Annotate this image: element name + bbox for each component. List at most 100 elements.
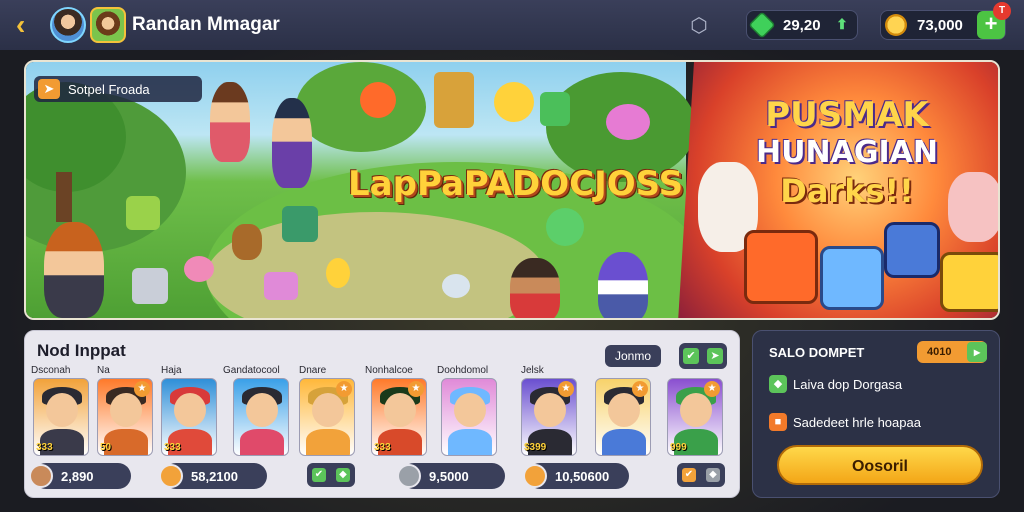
notification-badge: T xyxy=(993,2,1011,20)
featured-banner[interactable]: ➤ Sotpel Froada LapPaPADOCJOSS PUSMAK HU… xyxy=(24,60,1000,320)
gem-icon: ◆ xyxy=(769,375,787,393)
card-label: Dsconah xyxy=(31,365,71,376)
wallet-add-icon[interactable]: ▸ xyxy=(967,342,987,362)
event-title-line3: Darks!! xyxy=(780,172,914,210)
item-card[interactable]: 333 xyxy=(33,378,89,456)
price-pill[interactable]: 58,2100 xyxy=(159,463,267,489)
badge-icon: ★ xyxy=(632,381,648,397)
gem-icon[interactable]: ◆ xyxy=(336,468,350,482)
character-body xyxy=(448,429,492,455)
check-icon[interactable]: ✔ xyxy=(683,348,699,364)
gem-balance[interactable]: 29,20 ⬆ xyxy=(746,10,858,40)
character-face xyxy=(534,393,566,427)
network-icon[interactable]: ⬡ xyxy=(687,13,711,37)
character-face xyxy=(608,393,640,427)
character-face xyxy=(312,393,344,427)
coin-icon xyxy=(885,14,907,36)
character-face xyxy=(246,393,278,427)
card-label: Na xyxy=(97,365,110,376)
item-card[interactable]: 999 ★ xyxy=(667,378,723,456)
wallet-row-2-label: Sadedeet hrle hoapaa xyxy=(793,414,921,430)
price-value: 2,890 xyxy=(61,468,94,484)
item-card[interactable]: 50 ★ xyxy=(97,378,153,456)
price-pill[interactable]: 2,890 xyxy=(29,463,131,489)
event-title-line1: PUSMAK xyxy=(765,95,929,135)
card-price: 333 xyxy=(164,442,181,453)
card-price: 333 xyxy=(36,442,53,453)
action-pill[interactable]: ✔ ◆ xyxy=(307,463,355,487)
event-title-line2: HUNAGIAN xyxy=(756,135,938,170)
player-name: Randan Mmagar xyxy=(132,14,280,35)
gem-amount: 29,20 xyxy=(783,16,821,34)
price-value: 9,5000 xyxy=(429,468,469,484)
card-price: 999 xyxy=(670,442,687,453)
secondary-avatar[interactable] xyxy=(90,7,126,43)
character-face xyxy=(454,393,486,427)
wallet-title: SALO DOMPET xyxy=(769,345,865,360)
coin-amount: 73,000 xyxy=(917,16,963,34)
price-value: 10,50600 xyxy=(555,468,610,484)
gem-plus-icon[interactable]: ⬆ xyxy=(833,16,851,34)
character-body xyxy=(306,429,350,455)
back-icon[interactable]: ‹ xyxy=(16,10,38,40)
item-thumb-icon xyxy=(29,464,53,488)
badge-icon: ★ xyxy=(558,381,574,397)
character-face xyxy=(46,393,78,427)
gem-icon xyxy=(750,13,774,37)
card-price: $399 xyxy=(524,442,547,453)
item-card[interactable]: 333 ★ xyxy=(371,378,427,456)
action-pill[interactable]: ✔ ◆ xyxy=(677,463,725,487)
badge-icon: ★ xyxy=(336,381,352,397)
price-value: 58,2100 xyxy=(191,468,238,484)
coin-balance[interactable]: 73,000 + T xyxy=(880,2,1011,40)
card-label: Doohdomol xyxy=(437,365,489,376)
arrow-icon[interactable]: ➤ xyxy=(707,348,723,364)
badge-icon: ★ xyxy=(134,381,150,397)
event-banner-art[interactable]: PUSMAK HUNAGIAN Darks!! xyxy=(678,62,998,318)
card-label: Nonhalcoe xyxy=(365,365,413,376)
character-face xyxy=(110,393,142,427)
items-panel: Nod Inppat Jonmo ✔ ➤ Dsconah 333 Na 50 ★ Haja… xyxy=(24,330,740,498)
promo-icon: ➤ xyxy=(38,79,60,99)
top-bar: ‹ Randan Mmagar ⬡ 29,20 ⬆ 73,000 + T xyxy=(0,0,1024,50)
badge-icon: ★ xyxy=(408,381,424,397)
item-card[interactable]: ★ xyxy=(595,378,651,456)
item-card[interactable] xyxy=(441,378,497,456)
character-face xyxy=(680,393,712,427)
promo-badge[interactable]: ➤ Sotpel Froada xyxy=(34,76,202,102)
game-logo: LapPaPADOCJOSS xyxy=(348,164,684,204)
item-card[interactable] xyxy=(233,378,289,456)
card-price: 333 xyxy=(374,442,391,453)
item-card[interactable]: ★ xyxy=(299,378,355,456)
event-title: PUSMAK HUNAGIAN Darks!! xyxy=(732,96,962,210)
gem-icon[interactable]: ◆ xyxy=(706,468,720,482)
item-card[interactable]: $399 ★ xyxy=(521,378,577,456)
panel-title: Nod Inppat xyxy=(37,341,126,360)
character-body xyxy=(240,429,284,455)
item-card[interactable]: 333 xyxy=(161,378,217,456)
card-label: Jelsk xyxy=(521,365,544,376)
item-thumb-icon xyxy=(159,464,183,488)
game-banner-art[interactable]: ➤ Sotpel Froada LapPaPADOCJOSS xyxy=(26,62,706,318)
card-label: Gandatocool xyxy=(223,365,280,376)
card-label: Dnare xyxy=(299,365,327,376)
item-thumb-icon xyxy=(397,464,421,488)
wallet-row-1[interactable]: ◆ Laiva dop Dorgasa xyxy=(769,375,902,393)
card-price: 50 xyxy=(100,442,112,453)
price-pill[interactable]: 10,50600 xyxy=(523,463,629,489)
character-face xyxy=(174,393,206,427)
card-label: Haja xyxy=(161,365,182,376)
check-icon[interactable]: ✔ xyxy=(312,468,326,482)
check-icon[interactable]: ✔ xyxy=(682,468,696,482)
item-cards: Dsconah 333 Na 50 ★ Haja 333 Gandatocool Dnare ★ N… xyxy=(29,365,731,493)
character-face xyxy=(384,393,416,427)
add-coins-button[interactable]: + T xyxy=(977,2,1011,39)
wallet-panel: SALO DOMPET 4010 ▸ ◆ Laiva dop Dorgasa ■… xyxy=(752,330,1000,498)
player-avatar[interactable] xyxy=(50,7,86,43)
character-body xyxy=(602,429,646,455)
wallet-badge[interactable]: 4010 ▸ xyxy=(917,341,987,363)
wallet-row-2[interactable]: ■ Sadedeet hrle hoapaa xyxy=(769,413,921,431)
filter-pill[interactable]: Jonmo xyxy=(605,345,661,367)
price-pill[interactable]: 9,5000 xyxy=(397,463,505,489)
wallet-action-button[interactable]: Oosoril xyxy=(777,445,983,485)
